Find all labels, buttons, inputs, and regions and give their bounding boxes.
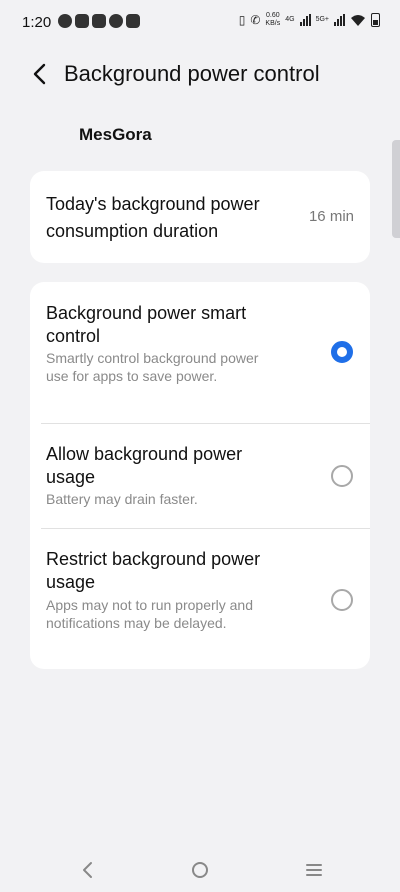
option-description: Apps may not to run properly and notific… [46, 597, 254, 631]
navigation-bar [0, 850, 400, 892]
nav-home-button[interactable] [188, 858, 212, 882]
radio-smart-control[interactable] [331, 341, 353, 363]
vibrate-icon: ▯ [238, 13, 246, 27]
back-arrow-icon [33, 63, 46, 85]
duration-label: Today's background power consumption dur… [46, 194, 260, 241]
nav-back-icon [83, 862, 92, 878]
duration-value: 16 min [308, 208, 354, 225]
scrollbar[interactable] [392, 140, 400, 238]
nav-recents-button[interactable] [302, 858, 326, 882]
page-title: Background power control [64, 61, 320, 86]
nav-home-icon [192, 862, 208, 878]
mail-icon [92, 14, 106, 28]
header: Background power control [0, 52, 400, 96]
option-description: Smartly control background power use for… [46, 350, 259, 384]
option-title: Restrict background power usage [46, 549, 261, 592]
system-icons: ▯ ✆ 0.60 KB/s 4G 5G+ [239, 12, 380, 28]
google-icon [109, 14, 123, 28]
option-restrict-background[interactable]: Restrict background power usage Apps may… [30, 529, 370, 669]
option-title: Background power smart control [46, 303, 247, 346]
network-4g-label: 4G [285, 16, 295, 23]
whatsapp-icon [58, 14, 72, 28]
status-time: 1:20 [22, 14, 52, 31]
net-speed-value: 0.60 [266, 12, 280, 19]
duration-card: Today's background power consumption dur… [30, 171, 370, 263]
wifi-calling-icon: ✆ [250, 13, 261, 27]
notification-icons [58, 14, 140, 28]
wifi-icon [351, 14, 365, 26]
power-options-card: Background power smart control Smartly c… [30, 282, 370, 669]
app-square-icon [126, 14, 140, 28]
option-allow-background[interactable]: Allow background power usage Battery may… [30, 424, 370, 528]
app-name: MesGora [79, 125, 152, 144]
nav-back-button[interactable] [76, 858, 100, 882]
net-speed: 0.60 KB/s [265, 12, 280, 28]
status-bar: 1:20 ▯ ✆ 0.60 KB/s 4G 5G+ [0, 0, 400, 44]
battery-icon [371, 13, 380, 27]
network-5g-label: 5G+ [315, 16, 329, 23]
nav-menu-icon [306, 864, 322, 876]
option-smart-control[interactable]: Background power smart control Smartly c… [30, 282, 370, 423]
net-speed-unit: KB/s [265, 20, 281, 27]
option-description: Battery may drain faster. [46, 491, 198, 507]
app-notification-icon [75, 14, 89, 28]
back-button[interactable] [26, 60, 54, 88]
radio-allow-background[interactable] [331, 465, 353, 487]
signal-icon [299, 14, 311, 26]
signal-icon-2 [334, 14, 345, 26]
radio-restrict-background[interactable] [331, 589, 353, 611]
option-title: Allow background power usage [46, 444, 243, 487]
